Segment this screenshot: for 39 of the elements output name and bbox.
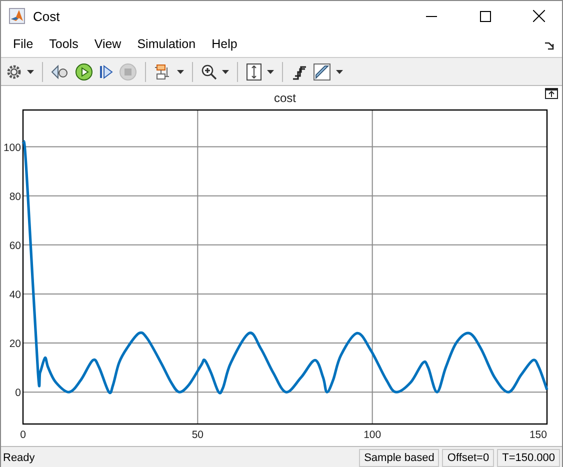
caret-icon[interactable] xyxy=(267,70,274,74)
y-tick-label: 20 xyxy=(9,338,21,350)
step-forward-icon[interactable] xyxy=(99,64,113,80)
menu-item[interactable]: File xyxy=(5,35,42,53)
y-tick-label: 40 xyxy=(9,288,21,301)
status-text: Ready xyxy=(3,452,36,464)
fit-axis-button[interactable] xyxy=(244,60,276,82)
status-field: Offset=0 xyxy=(442,449,494,467)
y-tick-label: 80 xyxy=(9,190,21,203)
ruler-icon[interactable] xyxy=(313,62,331,80)
x-tick-label: 0 xyxy=(20,429,26,441)
caret-icon[interactable] xyxy=(177,70,184,74)
undock-icon[interactable] xyxy=(545,88,558,99)
y-tick-label: 100 xyxy=(3,142,21,154)
menu-item[interactable]: Help xyxy=(204,35,246,53)
maximize-icon[interactable] xyxy=(480,10,490,22)
zoom-in-icon[interactable] xyxy=(201,64,217,80)
close-icon[interactable] xyxy=(533,10,545,22)
caret-icon[interactable] xyxy=(27,70,34,74)
y-tick-label: 0 xyxy=(15,387,21,400)
status-field: Sample based xyxy=(359,449,440,467)
vertical-arrows-icon[interactable] xyxy=(246,62,262,80)
menu-item[interactable]: Simulation xyxy=(129,35,204,53)
corner-arrow-icon[interactable] xyxy=(545,42,554,50)
window-title: Cost xyxy=(33,8,61,24)
measure-button[interactable] xyxy=(311,60,345,82)
gear-icon[interactable] xyxy=(6,64,22,80)
x-tick-label: 100 xyxy=(364,429,382,441)
app-logo-icon xyxy=(9,8,25,24)
y-tick-label: 60 xyxy=(9,240,21,252)
caret-icon[interactable] xyxy=(222,70,229,74)
x-tick-label: 150 xyxy=(529,429,547,441)
chart-title: cost xyxy=(274,91,296,105)
blocks-icon[interactable] xyxy=(154,64,172,80)
menu-item[interactable]: Tools xyxy=(41,35,86,53)
menu-item[interactable]: View xyxy=(86,35,130,53)
caret-icon[interactable] xyxy=(336,70,343,74)
x-tick-label: 50 xyxy=(192,429,204,441)
status-field: T=150.000 xyxy=(497,449,560,467)
